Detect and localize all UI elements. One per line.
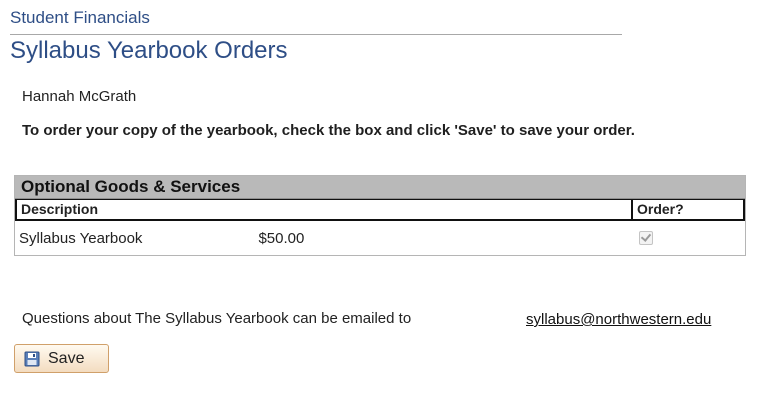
email-question-text: Questions about The Syllabus Yearbook ca… (22, 310, 412, 327)
column-header-order: Order? (637, 201, 684, 217)
column-header-description: Description (17, 200, 633, 219)
grid-caption: Optional Goods & Services (15, 176, 745, 199)
order-cell (631, 231, 745, 245)
save-button[interactable]: Save (14, 344, 109, 373)
item-amount: $50.00 (258, 229, 305, 247)
optional-goods-grid: Optional Goods & Services Description Or… (14, 175, 746, 256)
floppy-disk-icon (24, 351, 40, 366)
item-description-cell: Syllabus Yearbook $50.00 (15, 230, 631, 247)
student-name: Hannah McGrath (22, 88, 137, 105)
order-checkbox[interactable] (639, 231, 653, 245)
table-row: Syllabus Yearbook $50.00 (15, 221, 745, 255)
grid-header-row: Description Order? (15, 199, 745, 221)
breadcrumb: Student Financials (10, 8, 150, 27)
email-link[interactable]: syllabus@northwestern.edu (526, 311, 711, 328)
instructions-text: To order your copy of the yearbook, chec… (22, 122, 635, 139)
title-divider (10, 34, 622, 35)
item-description: Syllabus Yearbook (19, 229, 143, 247)
page-title: Syllabus Yearbook Orders (10, 37, 288, 64)
save-button-label: Save (48, 349, 85, 367)
